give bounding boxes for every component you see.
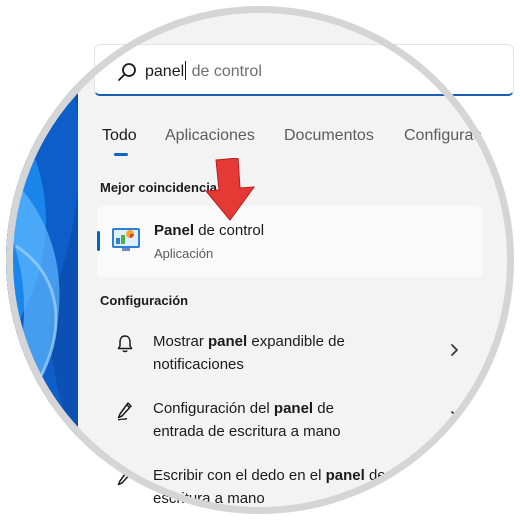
tab-configuracion[interactable]: Configurac xyxy=(404,127,481,145)
best-match-heading: Mejor coincidencia xyxy=(100,180,218,195)
bell-icon xyxy=(117,335,133,353)
tab-aplicaciones[interactable]: Aplicaciones xyxy=(165,127,255,145)
settings-result-label: Escribir con el dedo en el panel de escr… xyxy=(153,467,386,507)
search-box[interactable]: panel de control xyxy=(94,44,514,96)
settings-result-item[interactable]: Configuración del panel de entrada de es… xyxy=(100,397,480,453)
search-typed-text: panel xyxy=(145,63,185,80)
best-match-result[interactable]: Panel de control Aplicación xyxy=(97,206,483,277)
tab-todo[interactable]: Todo xyxy=(102,127,137,145)
search-input[interactable]: panel de control xyxy=(145,61,262,81)
best-match-subtitle: Aplicación xyxy=(154,246,214,261)
settings-result-label: Mostrar panel expandible de notificacion… xyxy=(153,333,345,373)
chevron-right-icon xyxy=(451,344,458,356)
search-icon xyxy=(118,63,136,81)
pen-icon xyxy=(117,402,132,421)
settings-result-item[interactable]: Mostrar panel expandible de notificacion… xyxy=(100,330,480,386)
active-tab-indicator xyxy=(114,153,128,156)
search-suggestion-text: de control xyxy=(187,63,262,80)
screenshot-stage: panel de control Todo Aplicaciones Docum… xyxy=(0,0,520,520)
settings-heading: Configuración xyxy=(100,293,189,308)
red-arrow-annotation xyxy=(204,158,256,221)
chevron-right-icon xyxy=(451,411,458,423)
control-panel-icon xyxy=(112,228,140,251)
best-match-title: Panel de control xyxy=(154,222,265,239)
settings-result-item[interactable]: Escribir con el dedo en el panel de escr… xyxy=(100,464,480,520)
pen-icon xyxy=(117,469,132,486)
tab-documentos[interactable]: Documentos xyxy=(284,127,374,145)
text-caret xyxy=(185,61,187,80)
selection-indicator xyxy=(97,231,100,251)
settings-result-label: Configuración del panel de entrada de es… xyxy=(153,400,341,440)
